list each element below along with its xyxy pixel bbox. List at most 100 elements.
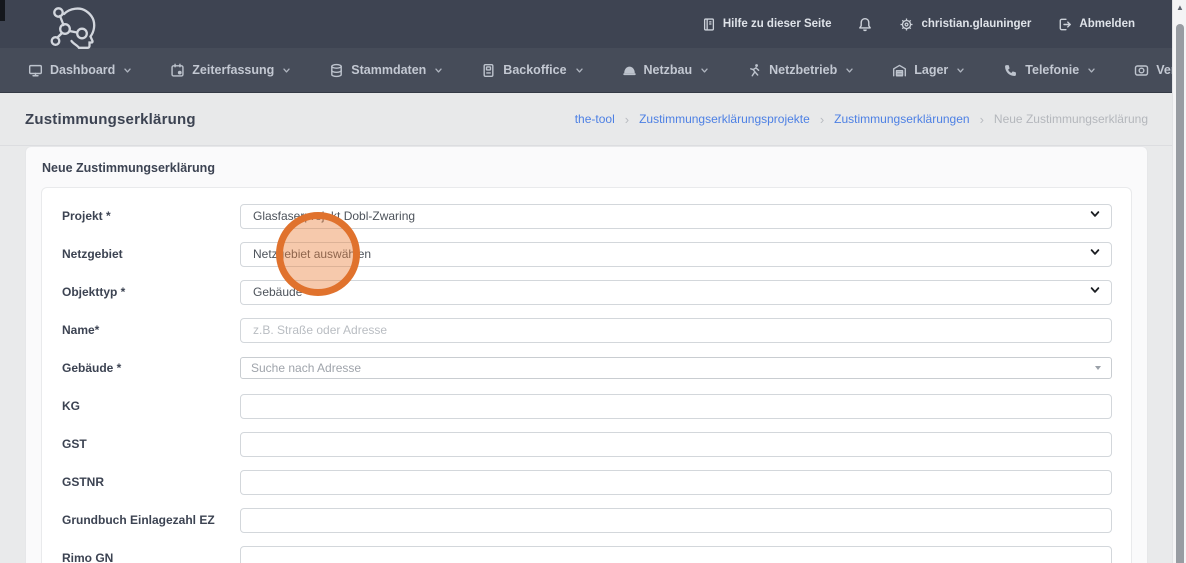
gebaeude-combobox[interactable]: Suche nach Adresse: [240, 357, 1112, 379]
nav-item-verkauf[interactable]: Verkauf: [1134, 63, 1172, 78]
page-title: Zustimmungserklärung: [25, 111, 196, 128]
kg-input[interactable]: [240, 394, 1112, 419]
scrollbar-thumb[interactable]: [1176, 24, 1184, 563]
chevron-down-icon: [1089, 283, 1101, 301]
content-area: Neue Zustimmungserklärung Projekt * Glas…: [0, 146, 1172, 563]
gst-input[interactable]: [240, 432, 1112, 457]
breadcrumb-item-2[interactable]: Zustimmungserklärungsprojekte: [639, 112, 810, 126]
corner-notch: [0, 0, 5, 21]
breadcrumb-separator-icon: ›: [820, 112, 824, 127]
chevron-down-icon: [956, 66, 965, 75]
nav-item-label: Netzbau: [644, 63, 693, 77]
field-row-rimo_gn: Rimo GN: [42, 539, 1131, 563]
logout-button[interactable]: Abmelden: [1057, 17, 1135, 32]
nav-item-label: Backoffice: [503, 63, 566, 77]
nav-item-label: Stammdaten: [351, 63, 426, 77]
field-row-grundbuch_ez: Grundbuch Einlagezahl EZ: [42, 501, 1131, 539]
nav-item-lager[interactable]: Lager: [892, 63, 965, 78]
user-menu[interactable]: christian.glauninger: [899, 17, 1031, 32]
chevron-down-icon: [1087, 66, 1096, 75]
field-label-gstnr: GSTNR: [62, 475, 240, 489]
rimo_gn-input[interactable]: [240, 546, 1112, 563]
breadcrumb: the-tool › Zustimmungserklärungsprojekte › Z…: [575, 112, 1148, 127]
nav-item-label: Lager: [914, 63, 948, 77]
breadcrumb-separator-icon: ›: [625, 112, 629, 127]
field-row-projekt: Projekt * Glasfaserprojekt Dobl-Zwaring: [42, 197, 1131, 235]
verkauf-icon: [1134, 63, 1149, 78]
nav-item-label: Verkauf: [1156, 63, 1172, 77]
chevron-down-icon: [700, 66, 709, 75]
field-label-kg: KG: [62, 399, 240, 413]
grundbuch_ez-input[interactable]: [240, 508, 1112, 533]
field-label-gebaeude: Gebäude *: [62, 361, 240, 375]
nav-item-label: Telefonie: [1025, 63, 1079, 77]
nav-item-zeiterfassung[interactable]: Zeiterfassung: [170, 63, 291, 78]
dropdown-arrow-icon: [1095, 366, 1101, 370]
breadcrumb-separator-icon: ›: [980, 112, 984, 127]
chevron-down-icon: [282, 66, 291, 75]
top-header-bar: Hilfe zu dieser Seite: [0, 0, 1172, 48]
projekt-select-value: Glasfaserprojekt Dobl-Zwaring: [253, 209, 1089, 223]
breadcrumb-item-3[interactable]: Zustimmungserklärungen: [834, 112, 969, 126]
netzgebiet-select-value: Netzgebiet auswählen: [253, 247, 1089, 261]
projekt-select[interactable]: Glasfaserprojekt Dobl-Zwaring: [240, 204, 1112, 229]
backoffice-icon: [481, 63, 496, 78]
app-window: Hilfe zu dieser Seite: [0, 0, 1172, 563]
brand-logo-icon[interactable]: [47, 4, 103, 50]
field-label-grundbuch_ez: Grundbuch Einlagezahl EZ: [62, 513, 240, 527]
nav-item-stammdaten[interactable]: Stammdaten: [329, 63, 443, 78]
field-label-netzgebiet: Netzgebiet: [62, 247, 240, 261]
name-input[interactable]: [240, 318, 1112, 343]
field-label-rimo_gn: Rimo GN: [62, 551, 240, 563]
logout-icon: [1057, 17, 1072, 32]
field-row-gstnr: GSTNR: [42, 463, 1131, 501]
chevron-down-icon: [845, 66, 854, 75]
gstnr-input[interactable]: [240, 470, 1112, 495]
nav-item-netzbau[interactable]: Netzbau: [622, 63, 710, 78]
field-label-projekt: Projekt *: [62, 209, 240, 223]
card-title: Neue Zustimmungserklärung: [42, 161, 215, 175]
nav-item-telefonie[interactable]: Telefonie: [1003, 63, 1096, 78]
chevron-down-icon: [575, 66, 584, 75]
nav-item-backoffice[interactable]: Backoffice: [481, 63, 583, 78]
zeiterfassung-icon: [170, 63, 185, 78]
objekttyp-select-value: Gebäude: [253, 285, 1089, 299]
field-label-gst: GST: [62, 437, 240, 451]
dashboard-icon: [28, 63, 43, 78]
form-panel: Projekt * Glasfaserprojekt Dobl-Zwaring …: [41, 187, 1132, 563]
nav-item-netzbetrieb[interactable]: Netzbetrieb: [747, 63, 854, 78]
notifications-button[interactable]: [857, 16, 873, 33]
netzbetrieb-icon: [747, 63, 762, 78]
help-book-icon: [702, 17, 716, 32]
logout-label: Abmelden: [1079, 18, 1135, 30]
breadcrumb-item-4: Neue Zustimmungserklärung: [994, 112, 1148, 126]
field-label-name: Name*: [62, 323, 240, 337]
lager-icon: [892, 63, 907, 78]
page-title-bar: Zustimmungserklärung the-tool › Zustimmung…: [0, 93, 1172, 146]
gebaeude-combobox-placeholder: Suche nach Adresse: [251, 361, 1095, 375]
chevron-down-icon: [123, 66, 132, 75]
field-row-name: Name*: [42, 311, 1131, 349]
help-label: Hilfe zu dieser Seite: [723, 18, 832, 30]
nav-item-label: Netzbetrieb: [769, 63, 837, 77]
form-card: Neue Zustimmungserklärung Projekt * Glas…: [25, 146, 1148, 563]
help-link[interactable]: Hilfe zu dieser Seite: [702, 17, 832, 32]
netzbau-icon: [622, 63, 637, 78]
field-row-gebaeude: Gebäude * Suche nach Adresse: [42, 349, 1131, 387]
telefonie-icon: [1003, 63, 1018, 78]
chevron-down-icon: [1089, 245, 1101, 263]
scrollbar-up-arrow[interactable]: ▲: [1173, 3, 1186, 12]
nav-item-label: Dashboard: [50, 63, 115, 77]
nav-item-dashboard[interactable]: Dashboard: [28, 63, 132, 78]
vertical-scrollbar[interactable]: ▲: [1172, 0, 1186, 563]
field-row-netzgebiet: Netzgebiet Netzgebiet auswählen: [42, 235, 1131, 273]
nav-item-label: Zeiterfassung: [192, 63, 274, 77]
main-navigation: Dashboard Zeiterfassung Stammdaten Backo…: [0, 48, 1172, 93]
objekttyp-select[interactable]: Gebäude: [240, 280, 1112, 305]
netzgebiet-select[interactable]: Netzgebiet auswählen: [240, 242, 1112, 267]
gear-icon: [899, 17, 914, 32]
stammdaten-icon: [329, 63, 344, 78]
bell-icon: [857, 16, 873, 33]
breadcrumb-item-1[interactable]: the-tool: [575, 112, 615, 126]
topbar-actions: Hilfe zu dieser Seite: [702, 16, 1135, 33]
